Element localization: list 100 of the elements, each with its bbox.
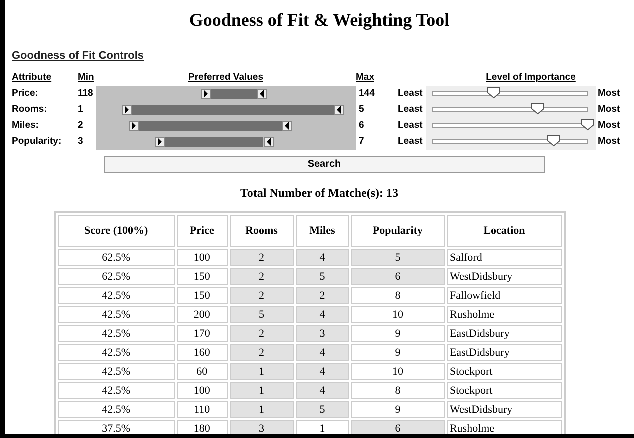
max-value: 5 — [359, 103, 364, 117]
table-cell: 5 — [296, 268, 349, 285]
max-value: 6 — [359, 119, 364, 133]
table-cell: 3 — [230, 420, 294, 434]
slider-track[interactable] — [432, 91, 588, 96]
slider-track[interactable] — [432, 107, 588, 112]
least-label: Least — [398, 119, 423, 133]
attribute-label: Rooms: — [12, 103, 48, 117]
table-cell: Salford — [446, 249, 562, 266]
table-cell: 62.5% — [58, 249, 175, 266]
match-count: Total Number of Matche(s): 13 — [240, 186, 398, 201]
table-cell: 5 — [296, 401, 349, 418]
table-cell: 10 — [350, 306, 445, 323]
search-button[interactable]: Search — [104, 156, 545, 173]
min-value: 118 — [78, 87, 94, 101]
column-header: Miles — [296, 215, 349, 247]
table-cell: Fallowfield — [446, 287, 562, 304]
least-label: Least — [398, 103, 423, 117]
high-thumb[interactable] — [256, 89, 267, 99]
min-value: 1 — [78, 103, 84, 117]
table-cell: 2 — [296, 287, 349, 304]
least-label: Least — [398, 87, 423, 101]
low-thumb[interactable] — [200, 89, 211, 99]
table-cell: 110 — [176, 401, 228, 418]
table-cell: Rusholme — [446, 306, 562, 323]
low-thumb[interactable] — [129, 121, 140, 131]
page-title: Goodness of Fit & Weighting Tool — [188, 9, 451, 32]
column-header: Min — [78, 71, 94, 85]
column-header: Price — [176, 215, 228, 247]
column-header: Rooms — [230, 215, 294, 247]
table-cell: 2 — [230, 249, 294, 266]
table-cell: 1 — [230, 382, 294, 399]
table-cell: 150 — [176, 287, 228, 304]
slider-thumb[interactable] — [487, 87, 502, 99]
table-cell: 170 — [176, 325, 228, 342]
most-label: Most — [598, 119, 620, 133]
table-cell: 1 — [230, 363, 294, 380]
selected-range — [210, 89, 257, 99]
table-cell: 3 — [296, 325, 349, 342]
table-cell: 100 — [176, 382, 228, 399]
column-header: Location — [446, 215, 562, 247]
table-cell: WestDidsbury — [446, 401, 562, 418]
table-cell: 4 — [296, 249, 349, 266]
table-cell: 8 — [350, 382, 445, 399]
column-header: Max — [356, 71, 374, 85]
low-thumb[interactable] — [154, 137, 165, 147]
table-cell: 10 — [350, 363, 445, 380]
table-cell: 100 — [176, 249, 228, 266]
table-cell: EastDidsbury — [446, 325, 562, 342]
table-cell: 6 — [350, 268, 445, 285]
table-cell: 1 — [296, 420, 349, 434]
table-cell: 42.5% — [58, 363, 175, 380]
attribute-label: Price: — [12, 87, 38, 101]
table-cell: 4 — [296, 382, 349, 399]
column-header: Preferred Values — [188, 71, 264, 85]
low-thumb[interactable] — [122, 105, 132, 115]
high-thumb[interactable] — [282, 121, 292, 131]
table-cell: 1 — [230, 401, 294, 418]
table-cell: 4 — [296, 306, 349, 323]
table-cell: 4 — [296, 363, 349, 380]
table-cell: 42.5% — [58, 344, 175, 361]
least-label: Least — [398, 135, 423, 149]
table-cell: 180 — [176, 420, 228, 434]
max-value: 7 — [359, 135, 364, 149]
slider-track[interactable] — [432, 139, 588, 144]
table-cell: 2 — [230, 325, 294, 342]
max-value: 144 — [359, 87, 375, 101]
most-label: Most — [598, 103, 620, 117]
table-cell: 8 — [350, 287, 445, 304]
table-cell: 42.5% — [58, 306, 175, 323]
high-thumb[interactable] — [264, 137, 274, 147]
table-cell: WestDidsbury — [446, 268, 562, 285]
table-cell: 42.5% — [58, 325, 175, 342]
table-cell: Stockport — [446, 382, 562, 399]
table-cell: 42.5% — [58, 401, 175, 418]
table-cell: 9 — [350, 344, 445, 361]
table-cell: Rusholme — [446, 420, 562, 434]
min-value: 2 — [78, 119, 84, 133]
section-title: Goodness of Fit Controls — [12, 50, 144, 62]
table-cell: 37.5% — [58, 420, 175, 434]
high-thumb[interactable] — [334, 105, 344, 115]
table-cell: 5 — [230, 306, 294, 323]
most-label: Most — [598, 135, 620, 149]
attribute-label: Miles: — [12, 119, 39, 133]
table-cell: 62.5% — [58, 268, 175, 285]
table-cell: Stockport — [446, 363, 562, 380]
table-cell: 60 — [176, 363, 228, 380]
table-cell: 9 — [350, 325, 445, 342]
table-cell: 160 — [176, 344, 228, 361]
table-cell: 2 — [230, 344, 294, 361]
table-cell: 42.5% — [58, 382, 175, 399]
table-cell: 4 — [296, 344, 349, 361]
table-cell: 150 — [176, 268, 228, 285]
column-header: Level of Importance — [486, 71, 576, 85]
table-cell: EastDidsbury — [446, 344, 562, 361]
column-header: Score (100%) — [58, 215, 175, 247]
attribute-label: Popularity: — [12, 135, 62, 149]
table-cell: 5 — [350, 249, 445, 266]
table-cell: 2 — [230, 287, 294, 304]
table-cell: 2 — [230, 268, 294, 285]
